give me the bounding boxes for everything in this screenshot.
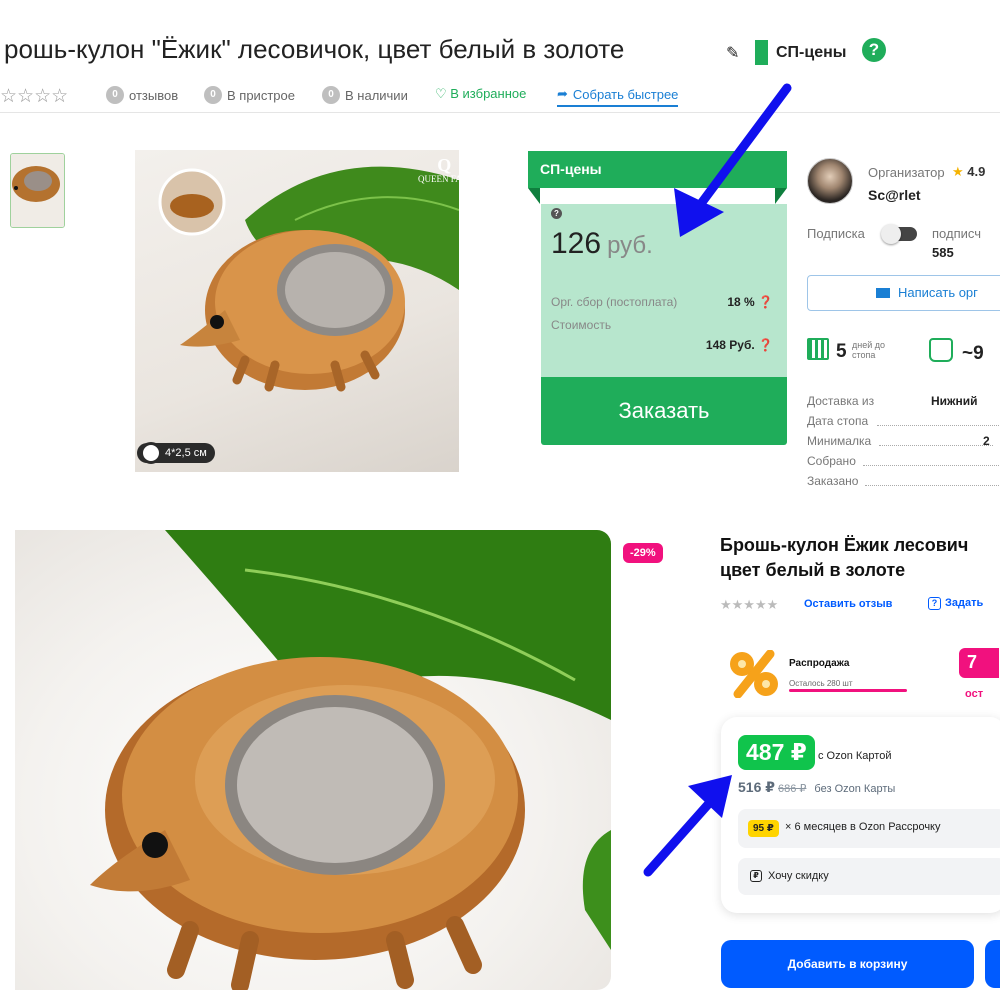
sp-price-header: СП-цены [528, 151, 787, 188]
order-button[interactable]: Заказать [541, 377, 787, 445]
collect-faster-label: Собрать быстрее [572, 86, 679, 102]
discount-chat-icon: ₽ [750, 870, 762, 882]
org-fee-value: 18 % ❓ [727, 295, 773, 309]
ozon-product-title: Брошь-кулон Ёжик лесович цвет белый в зол… [720, 535, 969, 580]
installment-text: × 6 месяцев в Ozon Рассрочку [785, 821, 941, 833]
fitting-count: 0 [204, 86, 222, 104]
discount-badge: -29% [623, 543, 663, 563]
info-row-ordered: Заказано [807, 474, 1000, 488]
arrow-to-ozon-price [643, 775, 732, 877]
subscription-toggle[interactable] [881, 224, 917, 244]
favorites-label: ♡ В избранное [435, 86, 527, 101]
reviews-count: 0 [106, 86, 124, 104]
fitting-link[interactable]: 0 В пристрое [204, 86, 295, 104]
sp-price-value: 126 [551, 227, 602, 260]
sale-progress-bar [789, 689, 907, 692]
sp-price-unit: руб. [607, 232, 653, 259]
question-icon[interactable]: ❓ [758, 338, 773, 352]
ruler-icon [140, 442, 162, 464]
subscription-label: Подписка [807, 226, 865, 241]
rating-stars[interactable]: ☆☆☆☆ [0, 85, 68, 108]
cost-value: 148 Руб. ❓ [705, 338, 773, 352]
add-to-favorites[interactable]: ♡ В избранное [435, 86, 526, 102]
cost-label: Стоимость [551, 318, 612, 332]
stock-link[interactable]: 0 В наличии [322, 86, 408, 104]
stock-label: В наличии [345, 87, 408, 103]
approx-value: ~9 [962, 343, 984, 364]
leave-review-link[interactable]: Оставить отзыв [804, 598, 892, 610]
mail-icon [876, 288, 890, 298]
ozon-card-label: с Ozon Картой [818, 750, 892, 762]
wrench-icon[interactable]: ✎ [726, 43, 739, 63]
sp-price-label: СП-цены [776, 44, 847, 61]
ozon-rating-stars: ★★★★★ [720, 597, 779, 612]
stock-count: 0 [322, 86, 340, 104]
bag-icon [929, 338, 953, 362]
add-to-cart-button[interactable]: Добавить в корзину [721, 940, 974, 988]
org-fee-row: Орг. сбор (постоплата) 18 % ❓ [551, 295, 773, 309]
sale-title: Распродажа [789, 658, 850, 669]
help-icon[interactable]: ? [862, 38, 886, 62]
product-thumbnail[interactable] [10, 153, 65, 228]
write-organizer-button[interactable]: Написать орг [807, 275, 1000, 311]
cost-row: Стоимость [551, 318, 773, 332]
organizer-label: Организатор [868, 165, 945, 180]
subscribers-label: подписч [932, 226, 981, 241]
days-to-stop-number: 5 [836, 341, 847, 362]
share-arrow-icon: ➦ [557, 86, 568, 101]
subscribers-count: 585 [932, 245, 954, 260]
question-icon[interactable]: ❓ [758, 295, 773, 309]
question-icon[interactable]: ? [551, 208, 562, 219]
org-fee-label: Орг. сбор (постоплата) [551, 295, 678, 309]
page-title: рошь-кулон "Ёжик" лесовичок, цвет белый … [4, 34, 625, 64]
reviews-link[interactable]: 0 отзывов [106, 86, 178, 104]
info-row-collected: Собрано [807, 454, 1000, 468]
info-row-delivery: Доставка из Нижний [807, 394, 978, 408]
organizer-rating: ★ 4.9 [952, 164, 986, 179]
panel-fold-right [775, 188, 787, 204]
no-card-label: без Ozon Карты [814, 783, 896, 795]
days-to-stop-text: дней до стопа [852, 340, 886, 360]
product-photo[interactable] [135, 150, 459, 472]
calendar-icon [807, 338, 829, 360]
ozon-card-price: 487 ₽ [738, 735, 815, 770]
brand-logo: Q QUEEN FAIR [418, 155, 471, 184]
promo-badge: 7 [959, 648, 999, 678]
installment-amount: 95 ₽ [748, 820, 779, 837]
header-divider [0, 112, 1000, 113]
collect-faster-link[interactable]: ➦ Собрать быстрее [557, 86, 679, 107]
ozon-product-photo[interactable] [15, 530, 611, 990]
question-icon: ? [928, 597, 941, 610]
price-without-card: 516 ₽686 ₽ без Ozon Карты [738, 779, 896, 795]
organizer-name[interactable]: Sc@rlet [868, 187, 921, 203]
secondary-cart-button[interactable] [985, 940, 1000, 988]
star-icon: ★ [952, 164, 964, 179]
percent-icon [730, 650, 778, 698]
panel-fold-left [528, 188, 540, 204]
reviews-label: отзывов [129, 87, 179, 103]
old-price: 686 ₽ [778, 783, 807, 795]
fitting-label: В пристрое [227, 87, 295, 103]
sp-price-marker [755, 40, 768, 65]
info-row-minimum: Минималка 2 [807, 434, 1000, 448]
ask-question-link[interactable]: ? Задать [928, 597, 983, 610]
organizer-avatar[interactable] [807, 158, 853, 204]
sp-price: 126 руб. [551, 227, 653, 261]
promo-subtext: ост [965, 688, 984, 700]
want-discount-label: Хочу скидку [768, 870, 829, 882]
sale-stock-left: Осталось 280 шт [789, 679, 853, 688]
info-row-stop-date: Дата стопа [807, 414, 1000, 428]
